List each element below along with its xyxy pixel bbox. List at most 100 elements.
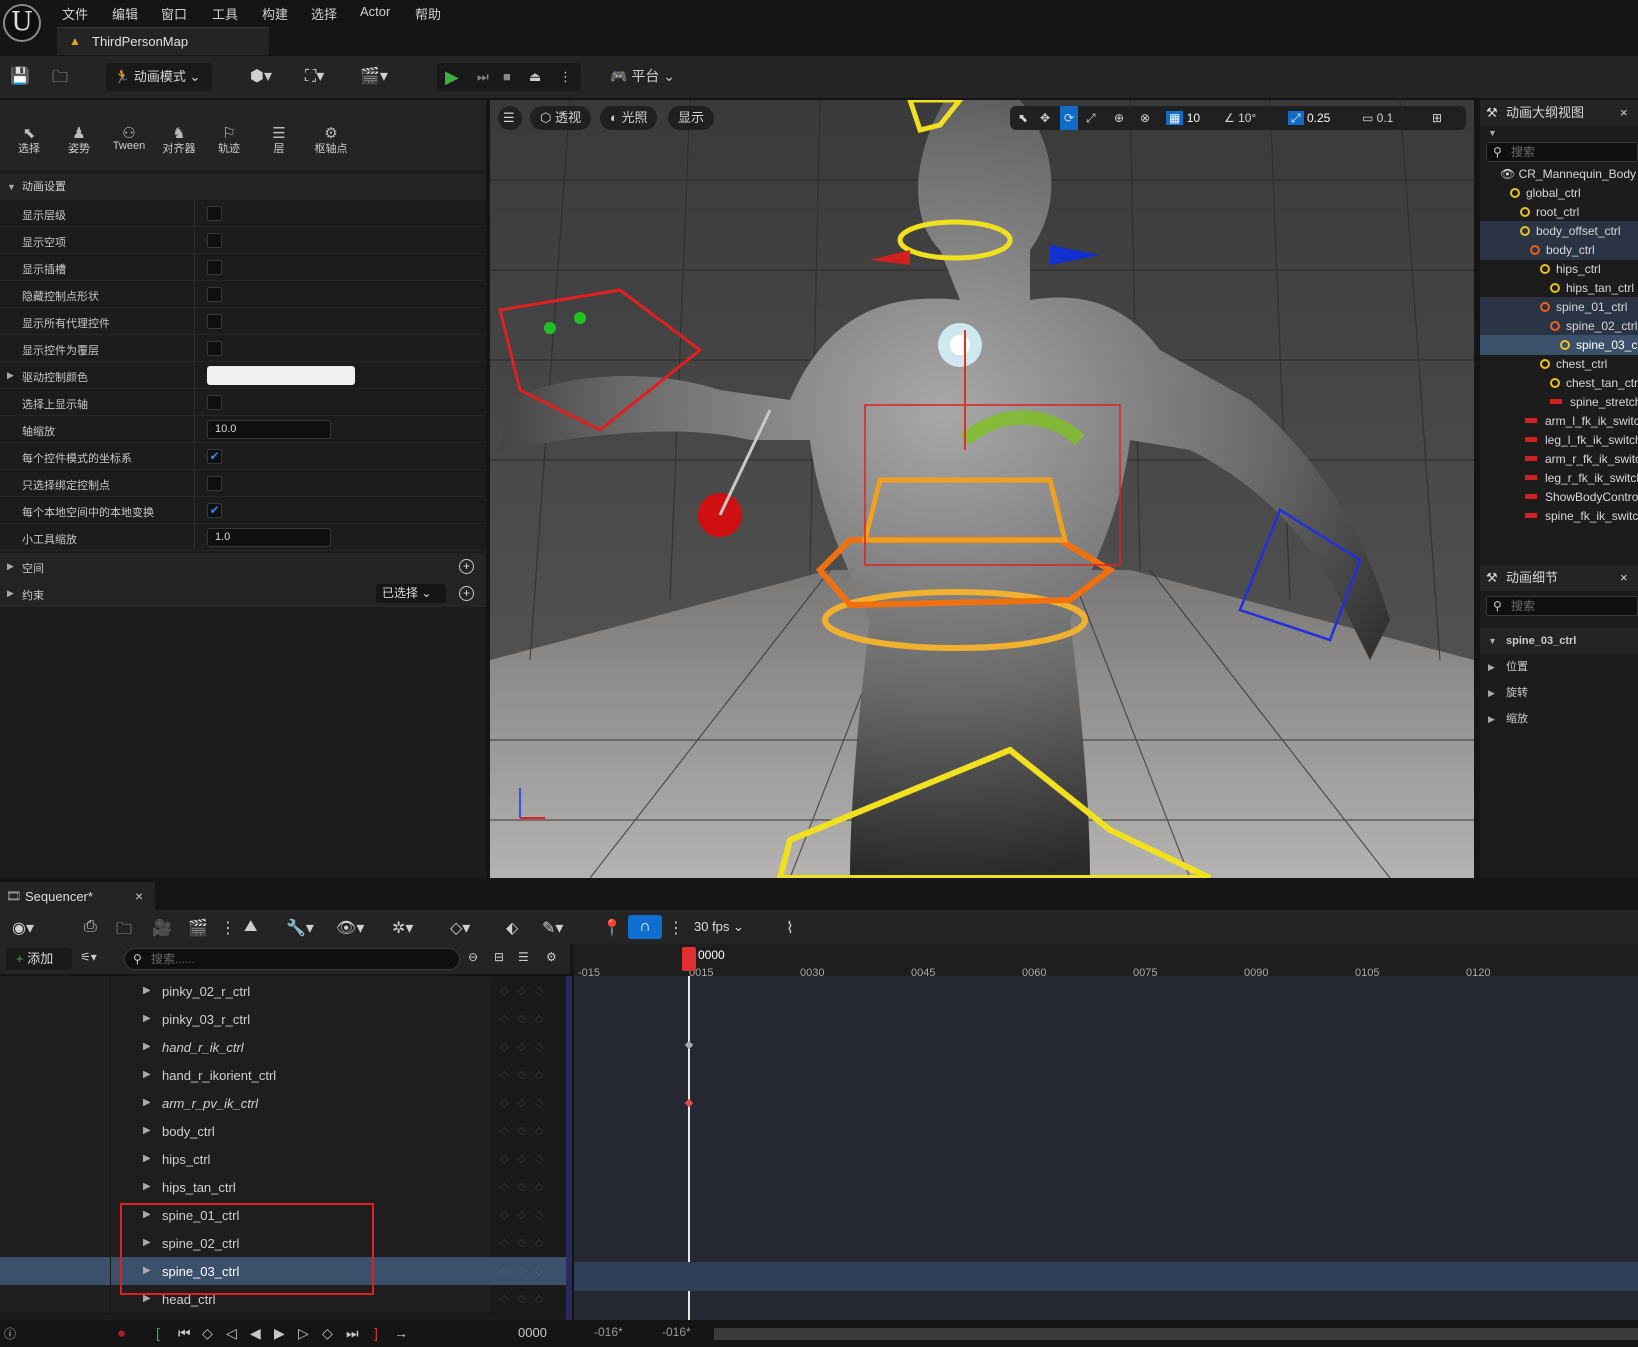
track-row[interactable]: ▶ hand_r_ikorient_ctrl ◇◇◇ — [0, 1061, 566, 1090]
info-icon[interactable]: ⓘ — [4, 1325, 16, 1342]
setting-number-field[interactable]: 10.0 — [207, 420, 331, 439]
menu-build[interactable]: 构建 — [262, 4, 288, 23]
menu-help[interactable]: 帮助 — [415, 4, 441, 23]
expand-icon[interactable]: ▶ — [143, 1097, 151, 1108]
current-frame[interactable]: 0000 — [518, 1325, 547, 1340]
key-nav-buttons[interactable]: ◇◇◇ — [490, 1145, 566, 1174]
translate-icon[interactable]: ✥ — [1040, 106, 1050, 130]
details-scale[interactable]: ▶ 缩放 — [1480, 706, 1638, 732]
loop-icon[interactable]: → — [394, 1325, 408, 1341]
save-sequence-icon[interactable]: ⎙ — [84, 918, 97, 936]
setting-checkbox[interactable]: ✔ — [207, 503, 222, 518]
close-icon[interactable]: × — [135, 888, 143, 904]
step-icon[interactable]: ⏭ — [477, 63, 489, 91]
track-row[interactable]: ▶ pinky_03_r_ctrl ◇◇◇ — [0, 1005, 566, 1034]
fps-dropdown[interactable]: 30 fps ⌄ — [694, 919, 744, 935]
expand-icon[interactable]: ▶ — [143, 1181, 151, 1192]
expand-icon[interactable]: ▶ — [7, 370, 14, 381]
outliner-item[interactable]: global_ctrl — [1480, 183, 1638, 203]
setting-checkbox[interactable] — [207, 341, 222, 356]
wrench-icon[interactable]: 🔧▾ — [286, 918, 314, 938]
list-icon[interactable]: ☰ — [518, 950, 529, 964]
outliner-item[interactable]: spine_stretch — [1480, 392, 1638, 412]
add-actor-icon[interactable]: ⬢▾ — [250, 66, 272, 86]
world-icon[interactable]: ◉▾ — [12, 918, 34, 938]
more-icon[interactable]: ⋮ — [559, 63, 572, 91]
outliner-item[interactable]: leg_r_fk_ik_switch — [1480, 468, 1638, 488]
eye-icon[interactable]: 👁▾ — [336, 918, 364, 938]
track-row[interactable]: ▶ hips_tan_ctrl ◇◇◇ — [0, 1173, 566, 1202]
menu-actor[interactable]: Actor — [360, 4, 390, 19]
menu-select[interactable]: 选择 — [311, 4, 337, 23]
next-key-icon[interactable]: ◇ — [322, 1325, 333, 1342]
snap-options-icon[interactable]: ⋮ — [668, 918, 684, 938]
add-space-icon[interactable]: + — [459, 559, 474, 574]
settings-icon[interactable]: ⚙ — [546, 950, 557, 964]
perspective-button[interactable]: ⬡ 透视 — [530, 106, 591, 130]
track-search-input[interactable]: ⚲ 搜索...... — [124, 948, 460, 970]
curve-editor-icon[interactable]: ⌇ — [786, 918, 794, 938]
platform-dropdown[interactable]: 🎮 平台 ⌄ — [610, 66, 675, 86]
stop-icon[interactable]: ■ — [503, 63, 511, 91]
mode-pose[interactable]: ♟ 姿势 — [54, 124, 104, 156]
key-nav-buttons[interactable]: ◇◇◇ — [490, 1173, 566, 1202]
outliner-item[interactable]: spine_01_ctrl — [1480, 297, 1638, 317]
collapse-all-icon[interactable]: ⊖ — [468, 950, 478, 964]
track-row[interactable]: ▶ pinky_02_r_ctrl ◇◇◇ — [0, 977, 566, 1006]
surface-snap-icon[interactable]: ⊗ — [1140, 106, 1150, 130]
outliner-item[interactable]: chest_ctrl — [1480, 354, 1638, 374]
camera-speed-toggle[interactable]: ▭ 0.1 — [1362, 106, 1393, 130]
view-range-end[interactable]: -016* — [662, 1325, 691, 1339]
mode-dropdown[interactable]: 🏃 动画模式 ⌄ — [106, 63, 212, 91]
outliner-item[interactable]: arm_r_fk_ik_switch — [1480, 449, 1638, 469]
key-nav-buttons[interactable]: ◇◇◇ — [490, 1089, 566, 1118]
track-row[interactable]: ▶ arm_r_pv_ik_ctrl ◇◇◇ — [0, 1089, 566, 1118]
outliner-search-input[interactable]: ⚲ 搜索 — [1486, 142, 1638, 162]
save-icon[interactable]: 💾 — [10, 66, 30, 86]
playhead-marker[interactable] — [682, 947, 696, 971]
sequencer-tab[interactable]: 🎞 Sequencer* × — [0, 882, 155, 910]
next-frame-icon[interactable]: ▷ — [298, 1325, 309, 1342]
view-range-start[interactable]: -016* — [594, 1325, 623, 1339]
outliner-item[interactable]: root_ctrl — [1480, 202, 1638, 222]
play-reverse-icon[interactable]: ◀ — [250, 1325, 261, 1342]
lighting-button[interactable]: ◐ 光照 — [600, 106, 658, 130]
add-key-icon[interactable]: ⬖ — [506, 918, 518, 938]
jump-start-icon[interactable]: ⏮ — [178, 1325, 191, 1342]
jump-end-icon[interactable]: ⏭ — [346, 1325, 359, 1342]
map-tab[interactable]: ▲ ThirdPersonMap — [57, 27, 269, 55]
outliner-item[interactable]: ShowBodyControls — [1480, 487, 1638, 507]
edit-key-icon[interactable]: ✎▾ — [542, 918, 563, 938]
expand-icon[interactable]: ▶ — [143, 1125, 151, 1136]
menu-window[interactable]: 窗口 — [161, 4, 187, 23]
key-nav-buttons[interactable]: ◇◇◇ — [490, 1061, 566, 1090]
find-asset-icon[interactable]: 🗀 — [116, 918, 132, 945]
scale-icon[interactable]: ⤢ — [1086, 106, 1096, 130]
constraints-dropdown[interactable]: 已选择 ⌄ — [376, 584, 446, 603]
constraints-section[interactable]: ▶ 约束 已选择 ⌄ + — [0, 580, 486, 607]
add-track-button[interactable]: + 添加 — [6, 948, 72, 970]
expand-icon[interactable]: ▶ — [143, 1153, 151, 1164]
key-nav-buttons[interactable]: ◇◇◇ — [490, 1229, 566, 1258]
rotation-snap-toggle[interactable]: ∠ 10° — [1224, 106, 1256, 130]
world-local-icon[interactable]: ⊕ — [1114, 106, 1124, 130]
space-section[interactable]: ▶ 空间 + — [0, 553, 486, 580]
outliner-item[interactable]: body_ctrl — [1480, 240, 1638, 260]
key-nav-buttons[interactable]: ◇◇◇ — [490, 1005, 566, 1034]
time-ruler[interactable]: -015 0015 0030 0045 0060 0075 0090 0105 0120 000… — [574, 944, 1638, 979]
more-icon[interactable]: ⋮ — [220, 918, 236, 938]
range-end-icon[interactable]: ] — [374, 1325, 378, 1341]
setting-checkbox[interactable] — [207, 206, 222, 221]
prev-frame-icon[interactable]: ◁ — [226, 1325, 237, 1342]
layout-icon[interactable]: ⊞ — [1432, 106, 1442, 130]
key-nav-buttons[interactable]: ◇◇◇ — [490, 977, 566, 1006]
expand-all-icon[interactable]: ⊟ — [494, 950, 504, 964]
prev-key-icon[interactable]: ◇ — [202, 1325, 213, 1342]
filter-icon[interactable]: ⚟▾ — [80, 950, 97, 964]
track-row[interactable]: ▶ hips_ctrl ◇◇◇ — [0, 1145, 566, 1174]
outliner-item[interactable]: spine_03_ctrl — [1480, 335, 1638, 355]
filter-dropdown-icon[interactable]: ▼ — [1488, 128, 1497, 138]
menu-edit[interactable]: 编辑 — [112, 4, 138, 23]
expand-icon[interactable]: ▶ — [143, 985, 151, 996]
key-nav-buttons[interactable]: ◇◇◇ — [490, 1117, 566, 1146]
